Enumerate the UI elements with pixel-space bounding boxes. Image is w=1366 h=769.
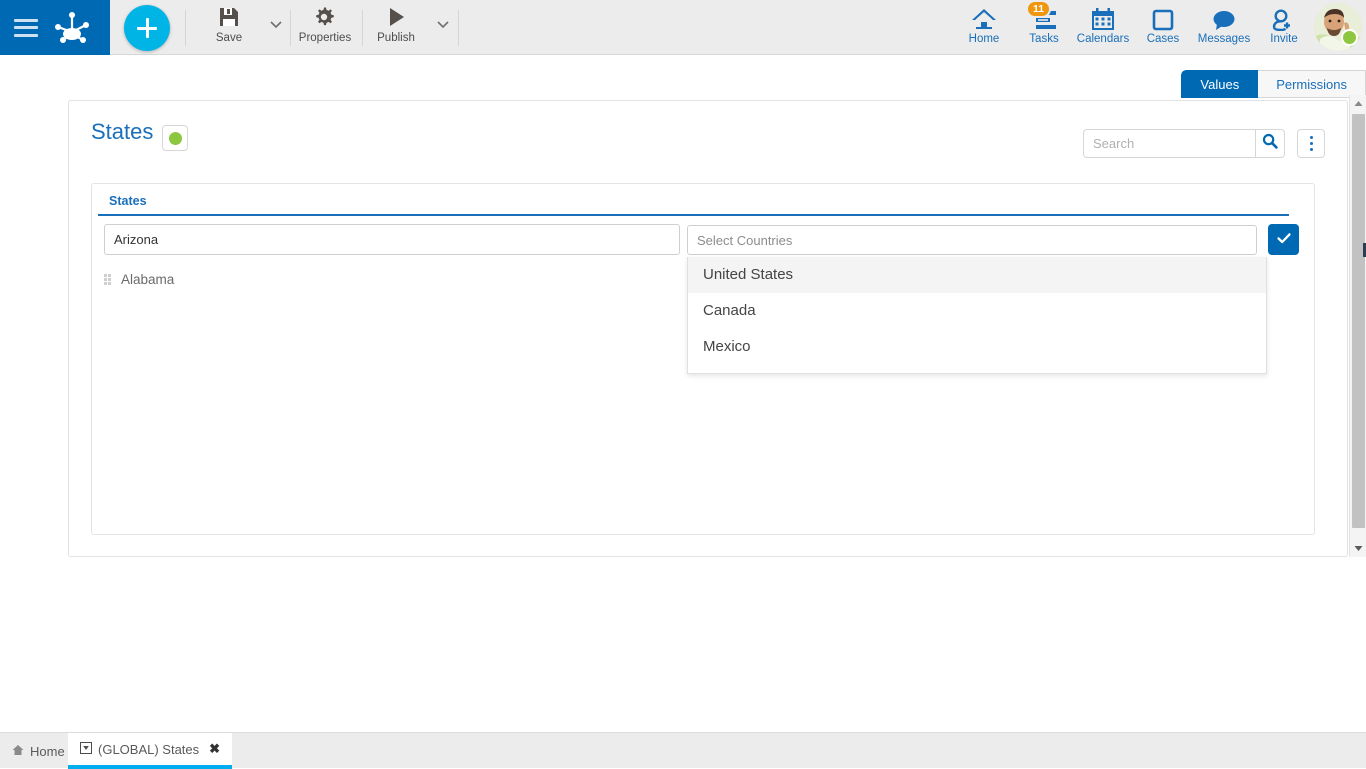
checkmark-icon [1276, 230, 1292, 249]
scroll-down-arrow-icon[interactable] [1350, 540, 1366, 557]
tab-permissions[interactable]: Permissions [1258, 70, 1366, 98]
avatar[interactable] [1314, 3, 1362, 51]
country-select-input[interactable] [687, 225, 1257, 255]
tasks-badge: 11 [1026, 0, 1051, 18]
page-title: States [91, 119, 153, 145]
scrollbar-thumb[interactable] [1352, 114, 1365, 528]
nav-item-home-label: Home [969, 33, 1000, 45]
vertical-scrollbar[interactable] [1349, 95, 1366, 557]
dropdown-option-canada[interactable]: Canada [688, 293, 1266, 329]
bottom-taskbar: Home (GLOBAL) States ✖ [0, 732, 1366, 768]
nav-item-tasks-label: Tasks [1029, 33, 1058, 45]
taskbar-close-icon[interactable]: ✖ [209, 741, 220, 757]
nav-item-cases[interactable]: Cases [1132, 4, 1194, 45]
status-badge[interactable] [162, 125, 188, 151]
magnifier-icon [1262, 133, 1278, 154]
square-case-icon [1152, 4, 1174, 31]
window-small-icon [80, 742, 92, 757]
more-vertical-icon [1310, 136, 1313, 139]
tab-values-label: Values [1200, 77, 1239, 92]
section-divider [98, 214, 1289, 216]
add-new-button[interactable] [124, 5, 170, 51]
home-icon [971, 4, 997, 31]
hamburger-menu-icon[interactable] [14, 19, 38, 37]
toolbar-divider-2 [290, 10, 291, 46]
publish-button[interactable]: Publish [372, 4, 420, 50]
toolbar-divider-3 [362, 10, 363, 46]
nav-item-tasks[interactable]: 11 Tasks [1013, 4, 1075, 45]
properties-button[interactable]: Properties [292, 4, 358, 50]
tasks-list-icon: 11 [1030, 4, 1058, 31]
nav-item-calendars-label: Calendars [1077, 33, 1129, 45]
state-name-input[interactable] [104, 224, 680, 255]
save-floppy-icon [218, 4, 240, 30]
more-options-button[interactable] [1297, 129, 1325, 158]
brand-area [0, 0, 110, 55]
person-add-icon [1272, 4, 1296, 31]
save-button[interactable]: Save [205, 4, 253, 50]
status-dot-icon [169, 132, 182, 145]
avatar-status-dot [1341, 29, 1358, 46]
taskbar-item-home-label: Home [30, 744, 65, 759]
country-dropdown: United States Canada Mexico [687, 257, 1267, 374]
nav-item-invite-label: Invite [1270, 33, 1298, 45]
taskbar-item-global-states-label: (GLOBAL) States [98, 742, 199, 757]
chat-bubble-icon [1212, 4, 1236, 31]
publish-button-label: Publish [377, 32, 415, 44]
dropdown-option-mexico[interactable]: Mexico [688, 329, 1266, 365]
dropdown-option-united-states[interactable]: United States [688, 257, 1266, 293]
card-header: States [69, 101, 1347, 163]
save-dropdown-caret-icon[interactable] [268, 16, 284, 32]
calendar-icon [1091, 4, 1115, 31]
home-small-icon [12, 744, 24, 759]
app-logo-icon[interactable] [52, 10, 92, 46]
scroll-up-arrow-icon[interactable] [1350, 95, 1366, 112]
list-item-label: Alabama [121, 272, 174, 287]
top-toolbar: Save Properties Publish [0, 0, 1366, 55]
gear-icon [314, 4, 336, 30]
taskbar-item-home[interactable]: Home [0, 733, 77, 769]
publish-dropdown-caret-icon[interactable] [435, 16, 451, 32]
toolbar-divider-4 [458, 10, 459, 46]
nav-item-invite[interactable]: Invite [1253, 4, 1315, 45]
toolbar-divider-1 [185, 10, 186, 46]
confirm-button[interactable] [1268, 224, 1299, 255]
nav-item-calendars[interactable]: Calendars [1072, 4, 1134, 45]
properties-button-label: Properties [299, 32, 351, 44]
save-button-label: Save [216, 32, 242, 44]
drag-handle-icon[interactable] [104, 274, 112, 285]
section-label: States [109, 194, 147, 208]
tab-permissions-label: Permissions [1276, 77, 1347, 92]
search-button[interactable] [1255, 129, 1285, 158]
taskbar-item-global-states[interactable]: (GLOBAL) States ✖ [68, 733, 232, 769]
nav-item-messages-label: Messages [1198, 33, 1250, 45]
list-item[interactable]: Alabama [104, 272, 174, 287]
search-input[interactable] [1083, 129, 1255, 158]
nav-item-messages[interactable]: Messages [1193, 4, 1255, 45]
states-card: States States [68, 100, 1348, 557]
search-group [1083, 129, 1285, 158]
nav-item-cases-label: Cases [1147, 33, 1180, 45]
view-tabs: Values Permissions [1181, 70, 1366, 98]
play-triangle-icon [385, 4, 407, 30]
tab-values[interactable]: Values [1181, 70, 1258, 98]
nav-item-home[interactable]: Home [953, 4, 1015, 45]
states-form-panel: States United States Canada Mexico [91, 183, 1315, 535]
